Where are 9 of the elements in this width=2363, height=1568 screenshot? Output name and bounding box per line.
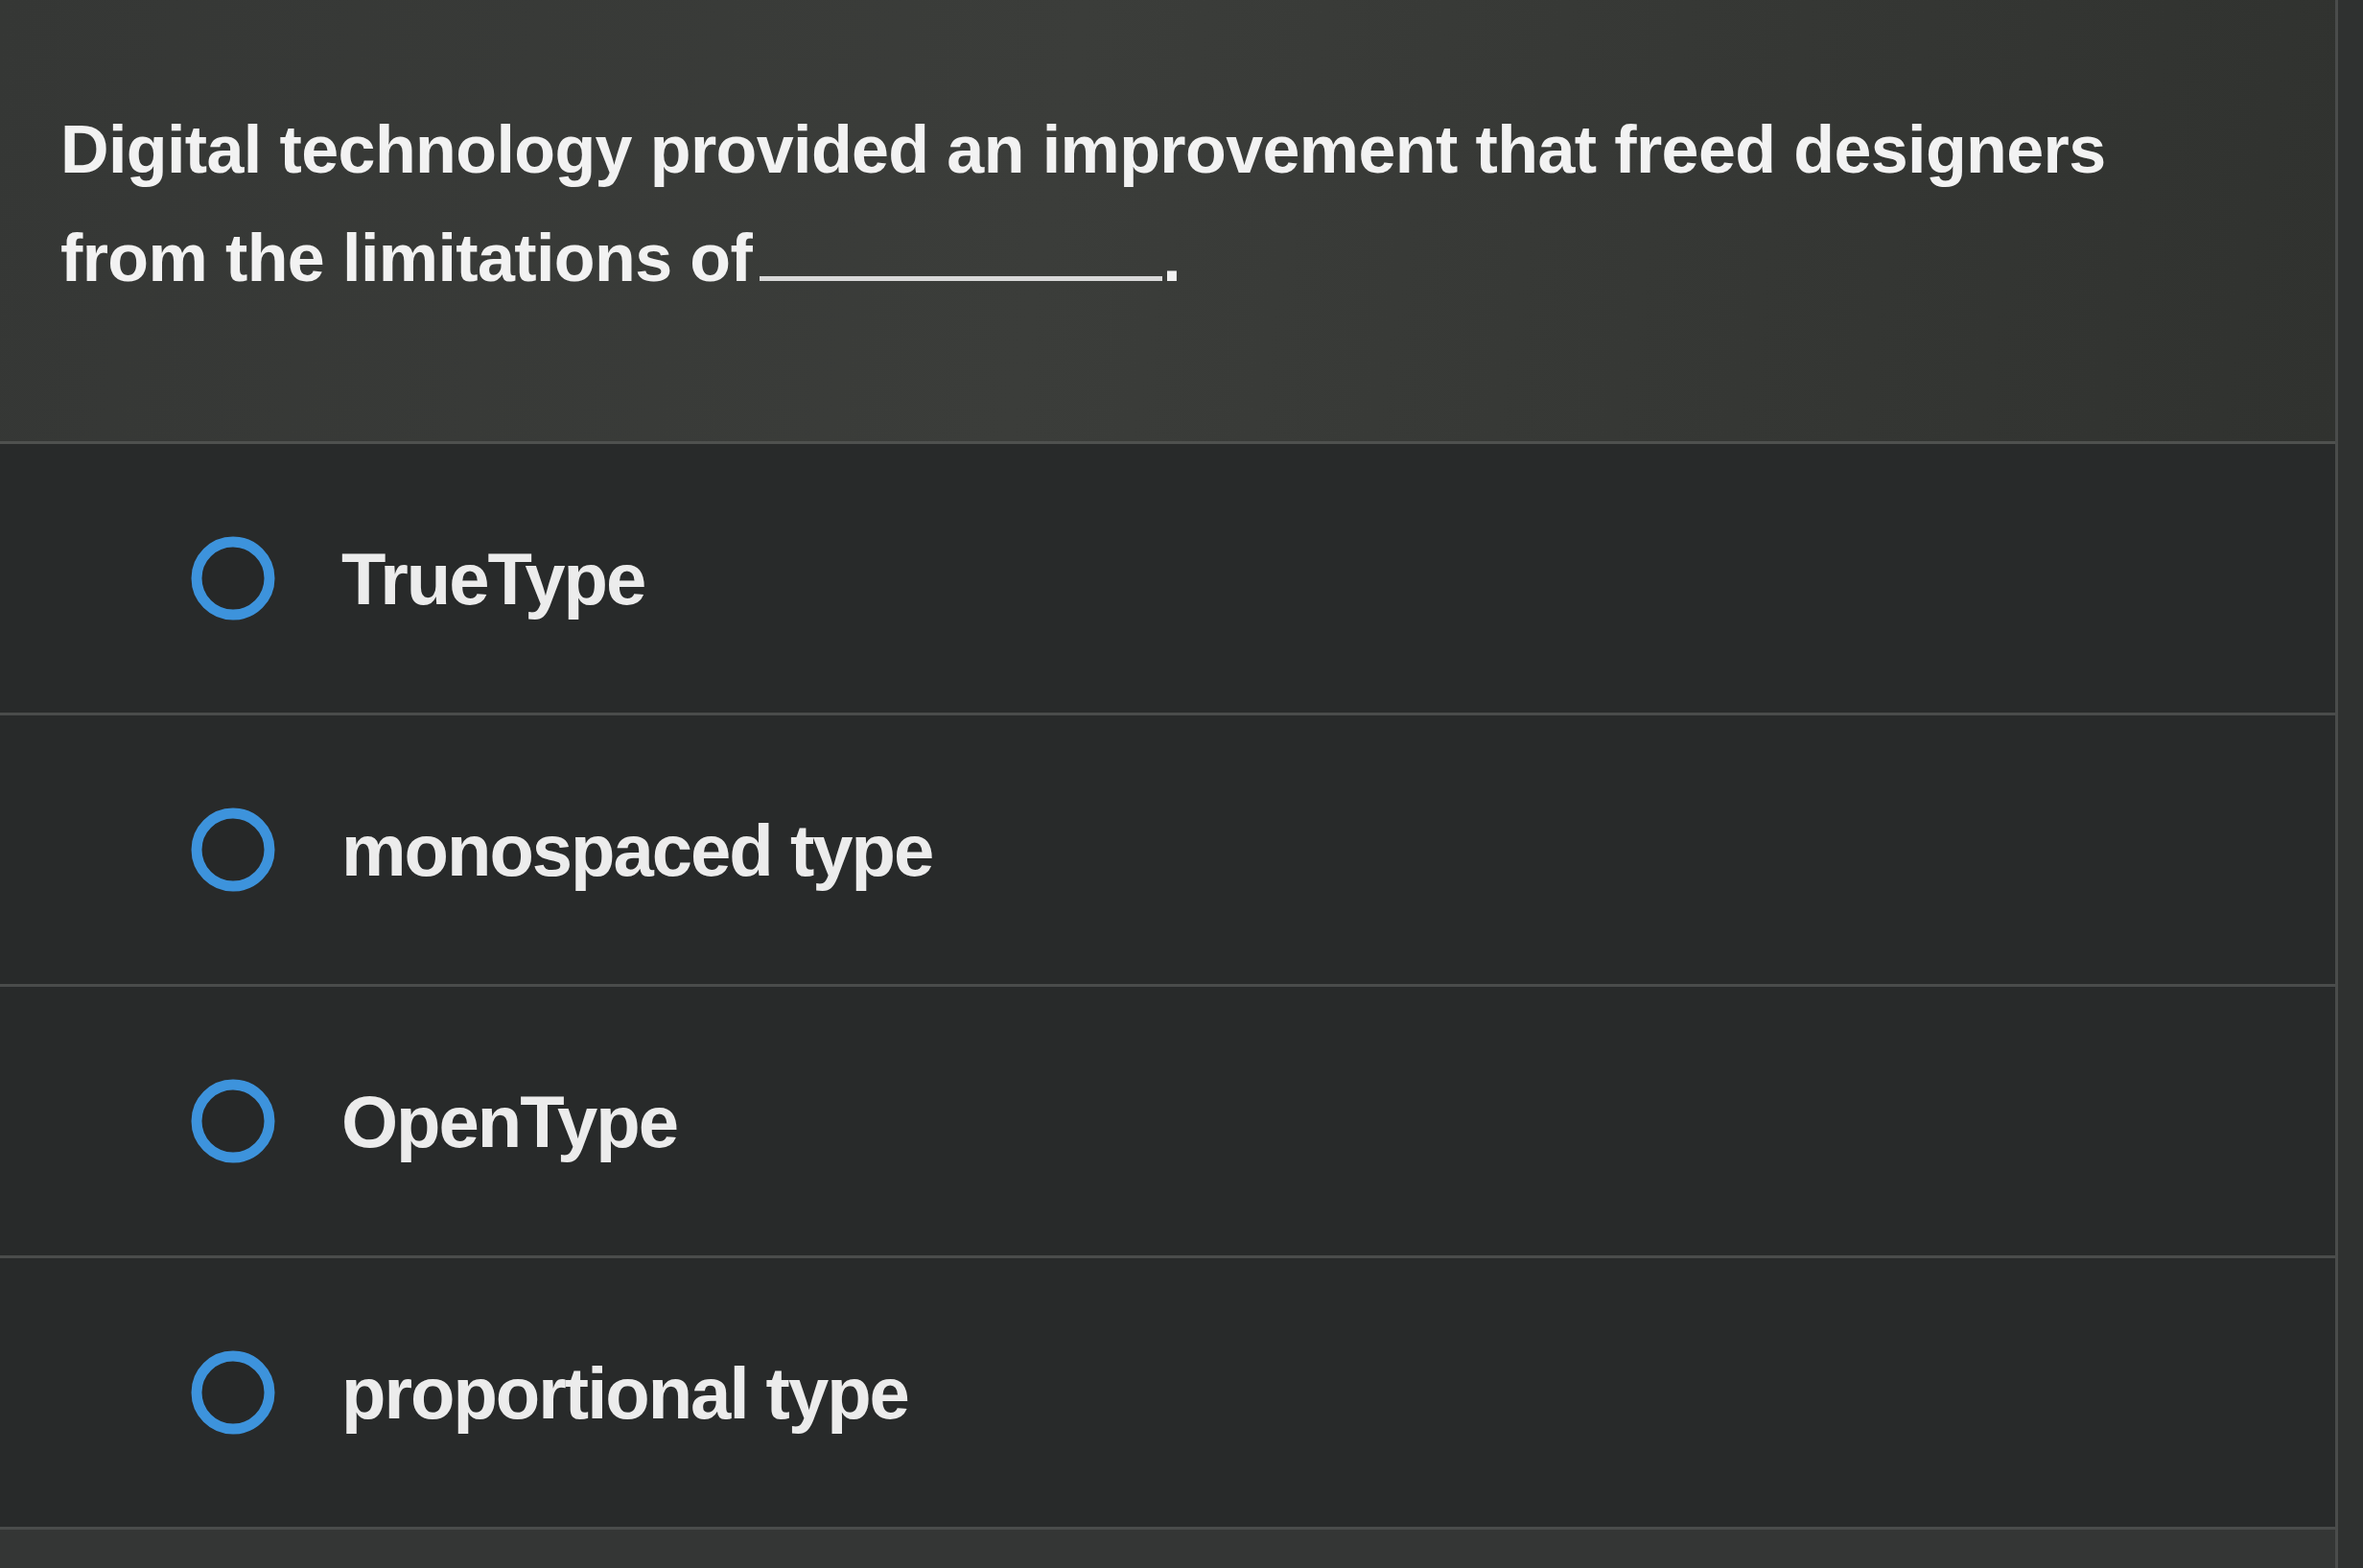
radio-button[interactable]	[190, 807, 276, 893]
option-label[interactable]: proportional type	[341, 1350, 908, 1435]
radio-button[interactable]	[190, 535, 276, 621]
question-text: Digital technology provided an improvement that freed designers from the limitations of .	[60, 111, 2107, 297]
option-label[interactable]: TrueType	[341, 536, 645, 620]
option-label[interactable]: OpenType	[341, 1079, 677, 1163]
radio-button[interactable]	[190, 1349, 276, 1436]
option-label[interactable]: monospaced type	[341, 807, 933, 892]
radio-button[interactable]	[190, 1078, 276, 1164]
